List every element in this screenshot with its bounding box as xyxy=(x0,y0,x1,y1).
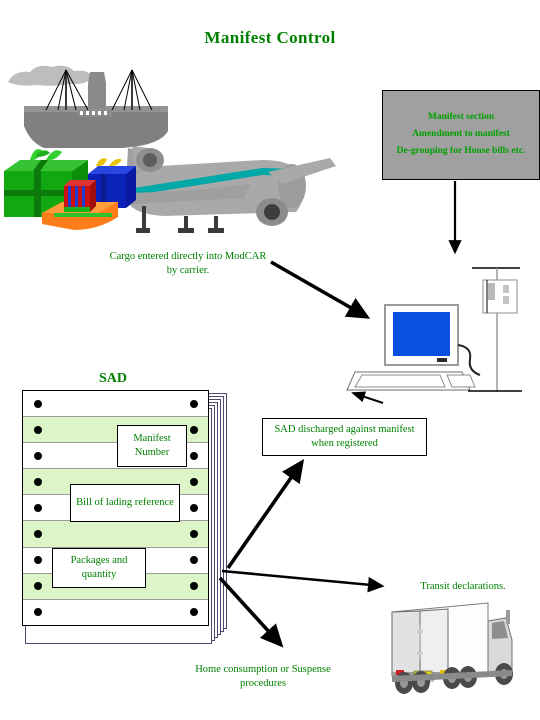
gift-packages-icon xyxy=(4,149,136,230)
cargo-ship-icon xyxy=(8,65,168,148)
cargo-truck-icon xyxy=(391,602,513,694)
diagram-canvas: Manifest Control Manifest section Amendm… xyxy=(0,0,540,720)
sad-field-packages: Packages and quantity xyxy=(52,548,146,588)
artwork-layer xyxy=(4,65,522,694)
sad-field-bill-of-lading: Bill of lading reference xyxy=(70,484,180,522)
computer-workstation-icon xyxy=(346,267,522,392)
sad-field-manifest-number: Manifest Number xyxy=(117,425,187,467)
